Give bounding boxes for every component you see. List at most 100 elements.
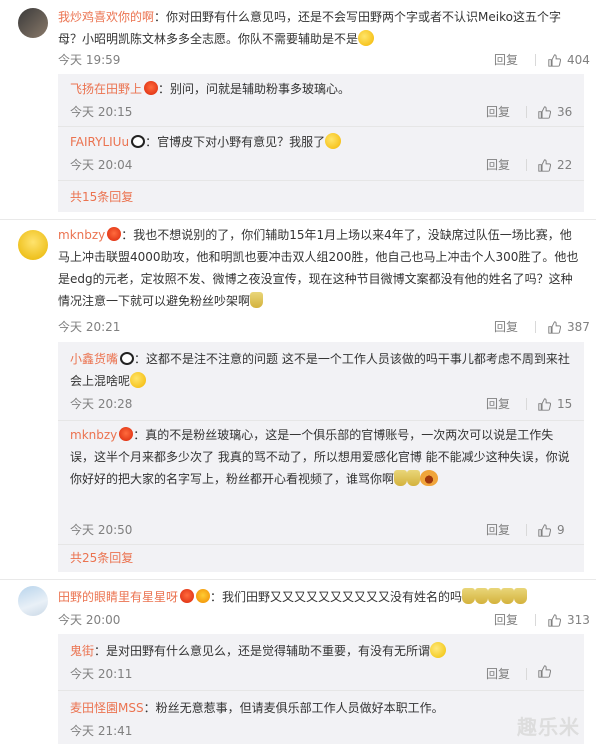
reply-username[interactable]: 麦田怪園MSS <box>70 701 144 715</box>
doge-emoji-icon <box>462 588 476 604</box>
thumb-up-icon <box>538 665 551 678</box>
reply-button[interactable]: 回复 <box>486 102 510 122</box>
reply-button[interactable]: 回复 <box>486 664 510 684</box>
thumb-up-icon <box>548 53 561 67</box>
reply-button[interactable]: 回复 <box>494 610 518 630</box>
surprised-emoji-icon <box>130 372 147 388</box>
reply-timestamp: 今天 20:50 <box>70 523 133 537</box>
thumb-up-icon <box>548 613 561 627</box>
divider <box>526 524 527 536</box>
like-count: 36 <box>557 105 573 119</box>
reply-username[interactable]: FAIRYLIUu <box>70 135 129 149</box>
panda-badge-icon <box>131 135 146 148</box>
comment-meta: 今天 19:59 回复 404 <box>58 50 590 70</box>
reply-body: ：是对田野有什么意见么，还是觉得辅助不重要，有没有无所谓 <box>94 644 431 658</box>
comment-timestamp: 今天 19:59 <box>58 53 121 67</box>
reply-timestamp: 今天 20:11 <box>70 667 133 681</box>
reply-body: ：粉丝无意惹事，但请麦俱乐部工作人员做好本职工作。 <box>143 701 444 715</box>
reply-text: mknbzy ：真的不是粉丝玻璃心，这是一个俱乐部的官博账号，一次两次可以说是工作… <box>70 424 570 490</box>
divider <box>58 420 584 421</box>
level-badge-icon <box>196 589 211 603</box>
like-count: 313 <box>567 613 590 627</box>
reply-timestamp: 今天 21:41 <box>70 724 133 738</box>
avatar[interactable] <box>18 8 48 38</box>
reply-username[interactable]: mknbzy <box>70 428 117 442</box>
reply-button[interactable]: 回复 <box>486 394 510 414</box>
like-button[interactable] <box>538 664 551 684</box>
thumb-up-icon <box>538 523 551 537</box>
like-button[interactable]: 404 <box>548 50 590 70</box>
comment-username[interactable]: 我炒鸡喜欢你的啊 <box>58 10 154 24</box>
divider <box>526 668 527 680</box>
comment: mknbzy ：我也不想说别的了，你们辅助15年1月上场以来4年了，没缺席过队伍一… <box>0 220 596 576</box>
reply-button[interactable]: 回复 <box>494 317 518 337</box>
fan-badge-icon <box>107 227 122 241</box>
comment-meta: 今天 20:21 回复 387 <box>58 317 590 337</box>
comment-username[interactable]: mknbzy <box>58 228 105 242</box>
reply-text: 飞扬在田野上 ：别问，问就是辅助粉事多玻璃心。 <box>70 78 570 100</box>
divider <box>535 321 536 333</box>
surprised-emoji-icon <box>325 133 342 149</box>
divider <box>58 544 584 545</box>
doge-emoji-icon <box>501 588 515 604</box>
divider <box>526 159 527 171</box>
like-button[interactable]: 22 <box>538 155 572 175</box>
comment-meta: 今天 20:00 回复 313 <box>58 610 590 630</box>
reply-body: ：官博皮下对小野有意见？我服了 <box>145 135 326 149</box>
comment-text: 田野的眼睛里有星星呀 ：我们田野又又又又又又又又又又没有姓名的吗 <box>58 586 582 608</box>
comment-body: ：我也不想说别的了，你们辅助15年1月上场以来4年了，没缺席过队伍一场比赛，他马… <box>58 228 579 308</box>
reply-meta: 今天 20:11 回复 <box>70 664 570 684</box>
divider <box>526 398 527 410</box>
reply-button[interactable]: 回复 <box>486 520 510 540</box>
reply-meta: 今天 20:15 回复 36 <box>70 102 572 122</box>
reply-timestamp: 今天 20:04 <box>70 158 133 172</box>
comment-body: ：我们田野又又又又又又又又又又没有姓名的吗 <box>210 590 463 604</box>
like-button[interactable]: 36 <box>538 102 572 122</box>
thumb-up-icon <box>538 105 551 119</box>
reply-item: 鬼街：是对田野有什么意见么，还是觉得辅助不重要，有没有无所谓 今天 20:11 … <box>58 634 584 686</box>
reply-meta: 今天 21:41 <box>70 721 570 741</box>
watermark: 趣乐米 <box>517 715 580 739</box>
divider <box>526 106 527 118</box>
reply-button[interactable]: 回复 <box>486 155 510 175</box>
avatar[interactable] <box>18 586 48 616</box>
comment: 我炒鸡喜欢你的啊：你对田野有什么意见吗，还是不会写田野两个字或者不认识Meiko… <box>0 0 596 212</box>
reply-timestamp: 今天 20:15 <box>70 105 133 119</box>
thumb-up-icon <box>538 158 551 172</box>
like-button[interactable]: 313 <box>548 610 590 630</box>
like-count: 22 <box>557 158 573 172</box>
laugh-emoji-icon <box>358 30 375 46</box>
like-count: 387 <box>567 320 590 334</box>
doge-emoji-icon <box>488 588 502 604</box>
like-button[interactable]: 9 <box>538 520 565 540</box>
more-replies-link[interactable]: 共15条回复 <box>70 187 133 207</box>
reply-username[interactable]: 小鑫货嘴 <box>70 352 118 366</box>
avatar[interactable] <box>18 230 48 260</box>
comment-username[interactable]: 田野的眼睛里有星星呀 <box>58 590 178 604</box>
reply-username[interactable]: 飞扬在田野上 <box>70 82 142 96</box>
fan-badge-icon <box>180 589 195 603</box>
reply-meta: 今天 20:04 回复 22 <box>70 155 572 175</box>
reply-button[interactable]: 回复 <box>494 50 518 70</box>
comment-text: mknbzy ：我也不想说别的了，你们辅助15年1月上场以来4年了，没缺席过队伍一… <box>58 224 582 312</box>
smile-emoji-icon <box>430 642 447 658</box>
reply-item: 飞扬在田野上 ：别问，问就是辅助粉事多玻璃心。 今天 20:15 回复 36 <box>58 74 584 124</box>
reply-username[interactable]: 鬼街 <box>70 644 94 658</box>
replies-box: 鬼街：是对田野有什么意见么，还是觉得辅助不重要，有没有无所谓 今天 20:11 … <box>58 634 584 744</box>
thumb-up-icon <box>548 320 561 334</box>
divider <box>535 54 536 66</box>
reply-body: ：真的不是粉丝玻璃心，这是一个俱乐部的官博账号，一次两次可以说是工作失误，这半个… <box>70 428 570 486</box>
comment-timestamp: 今天 20:00 <box>58 613 121 627</box>
doge-emoji-icon <box>394 470 408 486</box>
comment: 田野的眼睛里有星星呀 ：我们田野又又又又又又又又又又没有姓名的吗 今天 20:00… <box>0 580 596 744</box>
more-replies-link[interactable]: 共25条回复 <box>70 548 133 568</box>
reply-text: 麦田怪園MSS：粉丝无意惹事，但请麦俱乐部工作人员做好本职工作。 <box>70 697 570 719</box>
like-button[interactable]: 15 <box>538 394 572 414</box>
like-button[interactable]: 387 <box>548 317 590 337</box>
doge-emoji-icon <box>514 588 528 604</box>
doge-emoji-icon <box>475 588 489 604</box>
comment-text: 我炒鸡喜欢你的啊：你对田野有什么意见吗，还是不会写田野两个字或者不认识Meiko… <box>58 6 582 50</box>
reply-meta: 今天 20:28 回复 15 <box>70 394 572 414</box>
fan-badge-icon <box>144 81 159 95</box>
thumb-up-icon <box>538 397 551 411</box>
